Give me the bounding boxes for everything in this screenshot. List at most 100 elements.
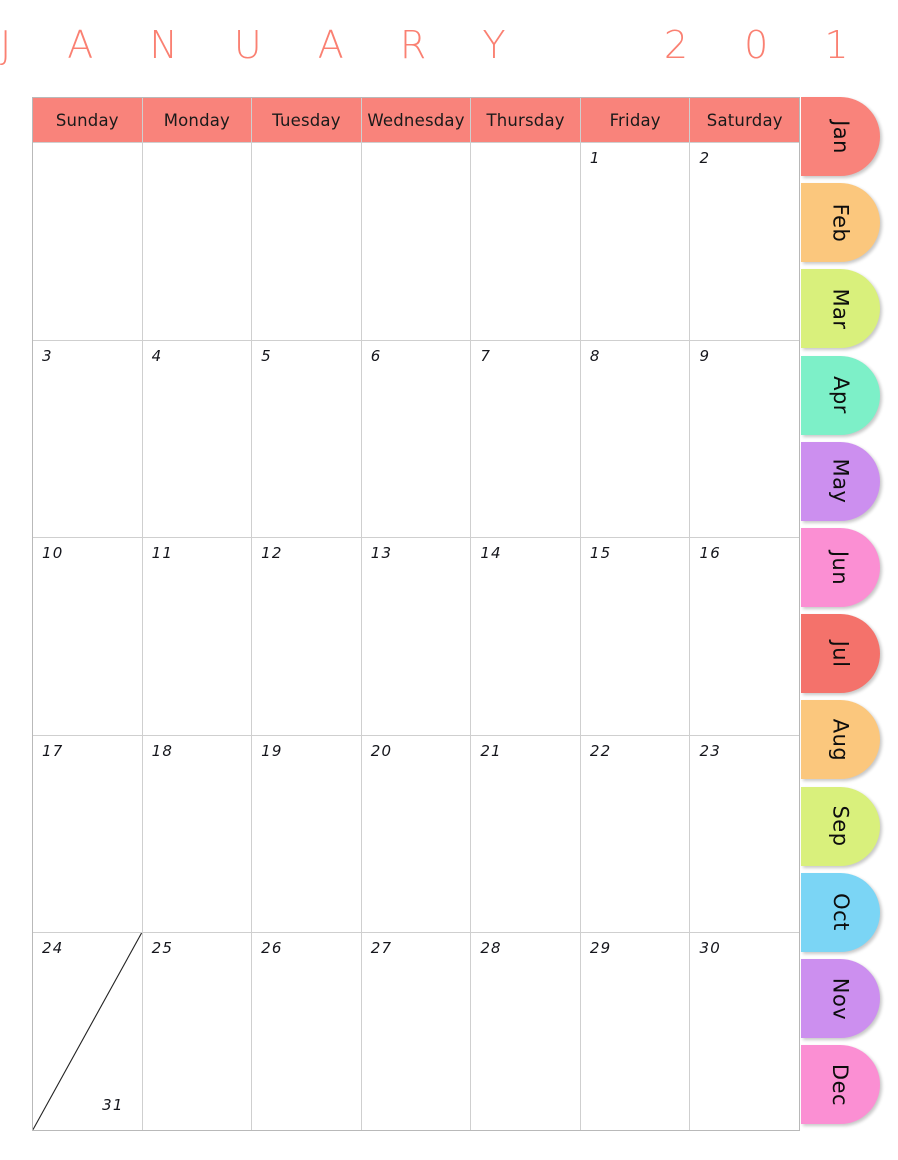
- month-tab-label: Jul: [828, 640, 853, 668]
- day-cell[interactable]: 27: [362, 933, 472, 1130]
- weekday-header-tuesday: Tuesday: [252, 98, 362, 142]
- month-tab-may[interactable]: May: [801, 441, 880, 521]
- page-title: J A N U A R Y 2 0 1 6: [0, 23, 898, 67]
- weekday-header-thursday: Thursday: [471, 98, 581, 142]
- day-cell[interactable]: 20: [362, 735, 472, 933]
- week-row: 1 2: [33, 142, 799, 340]
- day-number: 21: [480, 741, 502, 760]
- day-cell[interactable]: 12: [252, 538, 362, 735]
- day-number: 30: [699, 939, 721, 958]
- day-number: 2: [699, 149, 711, 167]
- day-cell[interactable]: 26: [252, 933, 362, 1130]
- month-tab-mar[interactable]: Mar: [801, 269, 880, 349]
- month-tab-label: Dec: [828, 1063, 853, 1106]
- weekday-header-monday: Monday: [143, 98, 253, 142]
- day-number: 26: [261, 939, 283, 958]
- day-number: 16: [699, 544, 721, 563]
- weekday-header-saturday: Saturday: [706, 110, 783, 130]
- day-number-secondary: 31: [102, 1095, 124, 1114]
- day-cell[interactable]: 18: [143, 735, 253, 933]
- day-cell[interactable]: 22: [581, 735, 691, 933]
- day-cell[interactable]: [362, 143, 472, 340]
- month-tab-label: Oct: [828, 893, 853, 932]
- day-cell[interactable]: [471, 143, 581, 340]
- day-cell[interactable]: 15: [581, 538, 691, 735]
- month-tab-dec[interactable]: Dec: [801, 1045, 880, 1125]
- day-number: 24: [42, 939, 64, 958]
- day-number: 15: [589, 544, 612, 563]
- month-tab-label: Sep: [828, 805, 853, 847]
- month-tab-feb[interactable]: Feb: [801, 183, 880, 263]
- month-tab-nov[interactable]: Nov: [801, 959, 880, 1038]
- weekday-header-sunday: Sunday: [33, 98, 143, 142]
- day-cell-split[interactable]: 24 31: [33, 933, 143, 1130]
- month-tab-label: Jun: [828, 550, 853, 585]
- month-tab-label: Jan: [828, 119, 853, 154]
- weekday-header-wednesday: Wednesday: [362, 98, 472, 142]
- day-number: 25: [151, 939, 174, 958]
- day-cell[interactable]: 30: [690, 933, 799, 1130]
- month-tab-label: Mar: [828, 288, 853, 330]
- day-cell[interactable]: [143, 143, 253, 340]
- day-cell[interactable]: 1: [581, 143, 691, 340]
- day-cell[interactable]: 21: [471, 735, 581, 933]
- day-number: 3: [42, 346, 53, 365]
- day-cell[interactable]: 8: [581, 340, 691, 538]
- split-diagonal-line: [33, 933, 142, 1130]
- day-number: 18: [151, 741, 174, 760]
- day-cell[interactable]: 25: [143, 933, 253, 1130]
- day-cell[interactable]: 14: [471, 538, 581, 735]
- month-tab-label: Nov: [828, 977, 853, 1020]
- day-cell[interactable]: [33, 143, 143, 340]
- day-number: 29: [589, 939, 612, 958]
- day-cell[interactable]: 19: [252, 735, 362, 933]
- month-tab-apr[interactable]: Apr: [801, 355, 880, 435]
- day-cell[interactable]: 9: [690, 341, 799, 538]
- week-row: 17 18 19 20 21 22 23: [33, 734, 799, 933]
- day-cell[interactable]: 29: [581, 933, 691, 1130]
- month-tab-aug[interactable]: Aug: [801, 700, 880, 780]
- day-cell[interactable]: 4: [143, 340, 253, 538]
- month-tab-label: Aug: [828, 718, 853, 762]
- day-number: 8: [589, 346, 601, 365]
- month-tab-jun[interactable]: Jun: [801, 528, 880, 607]
- day-number: 19: [261, 741, 283, 760]
- day-cell[interactable]: 28: [471, 933, 581, 1130]
- day-number: 13: [370, 544, 393, 563]
- day-cell[interactable]: 17: [33, 735, 143, 933]
- day-cell[interactable]: 3: [33, 340, 143, 538]
- day-cell[interactable]: 13: [362, 538, 472, 735]
- day-number: 1: [589, 149, 601, 167]
- day-number: 5: [261, 346, 272, 365]
- day-cell[interactable]: 7: [471, 340, 581, 538]
- weekday-header-row: Sunday Monday Tuesday Wednesday Thursday…: [33, 98, 799, 142]
- month-tab-jan[interactable]: Jan: [801, 97, 880, 176]
- day-cell[interactable]: 23: [690, 736, 799, 933]
- day-number: 11: [151, 544, 174, 563]
- day-cell[interactable]: 2: [690, 143, 799, 340]
- day-number: 22: [589, 741, 612, 760]
- weekday-header-friday: Friday: [581, 98, 691, 142]
- day-cell[interactable]: 6: [362, 340, 472, 538]
- week-row: 24 31 25 26 27 28 29 30: [33, 932, 799, 1130]
- month-tab-sep[interactable]: Sep: [801, 786, 880, 866]
- day-cell[interactable]: 16: [690, 538, 799, 735]
- month-tab-jul[interactable]: Jul: [801, 614, 880, 694]
- day-number: 9: [699, 346, 711, 365]
- day-number: 4: [151, 346, 163, 365]
- day-number: 12: [261, 544, 283, 563]
- week-row: 10 11 12 13 14 15 16: [33, 537, 799, 735]
- day-number: 27: [370, 939, 393, 958]
- day-cell[interactable]: [252, 143, 362, 340]
- day-number: 6: [370, 346, 382, 365]
- day-number: 20: [370, 741, 393, 760]
- week-row: 3 4 5 6 7 8 9: [33, 339, 799, 538]
- day-cell[interactable]: 5: [252, 340, 362, 538]
- month-tab-label: Feb: [828, 203, 853, 243]
- month-tab-oct[interactable]: Oct: [801, 872, 880, 952]
- month-tab-label: May: [828, 458, 853, 504]
- day-cell[interactable]: 11: [143, 538, 253, 735]
- day-number: 7: [480, 346, 492, 365]
- day-cell[interactable]: 10: [33, 538, 143, 735]
- day-number: 14: [480, 544, 502, 563]
